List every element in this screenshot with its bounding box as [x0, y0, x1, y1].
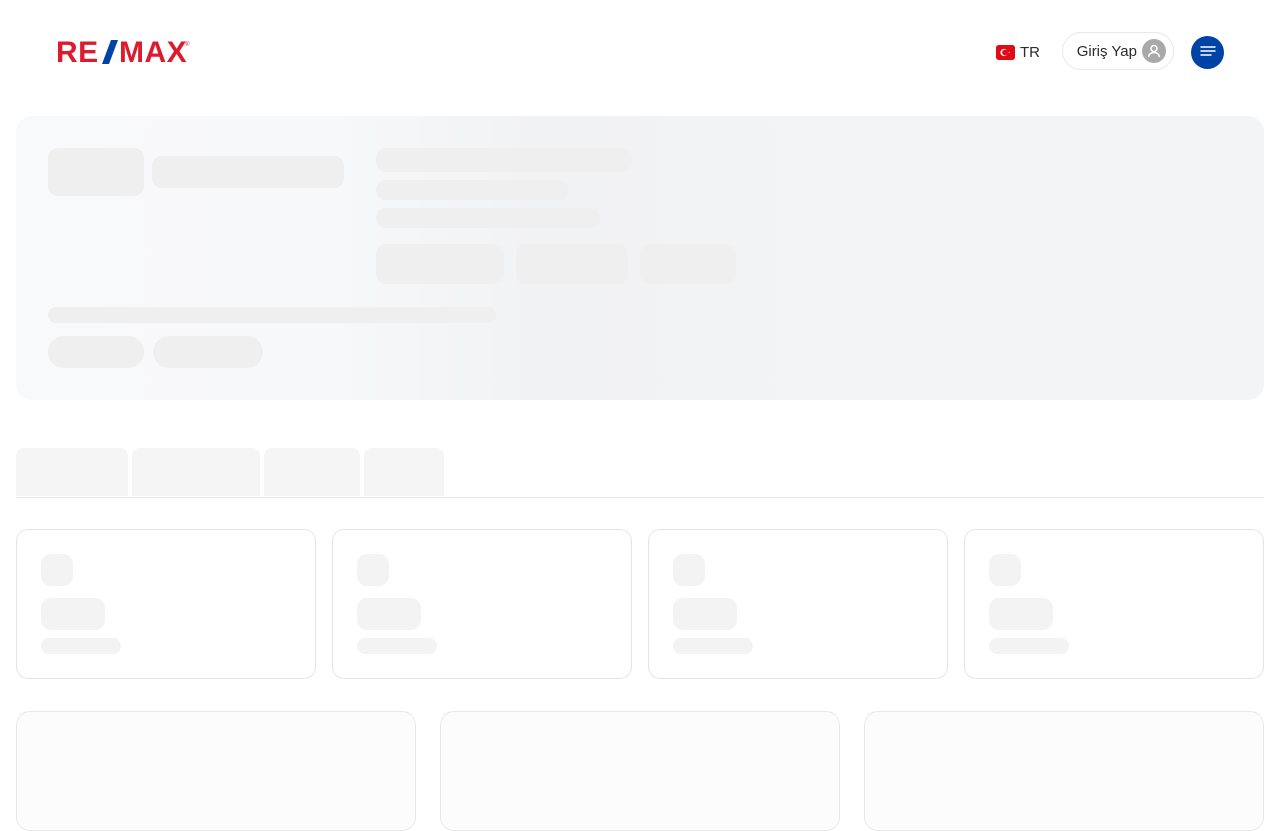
site-header: RE MAX ® TR Giriş Yap [0, 0, 1280, 104]
tab-bar-skeleton [16, 448, 1264, 498]
skeleton-chip [516, 244, 628, 284]
skeleton-label [673, 638, 753, 654]
skeleton-chip [376, 244, 504, 284]
stat-card-skeleton [16, 529, 316, 679]
content-panel-skeleton [864, 711, 1264, 831]
remax-logo[interactable]: RE MAX ® [56, 36, 192, 69]
user-avatar-icon [1142, 39, 1166, 63]
skeleton-tab [132, 448, 260, 496]
skeleton-tab [364, 448, 444, 496]
skeleton-line [376, 180, 568, 200]
skeleton-line [48, 307, 496, 323]
skeleton-label [41, 638, 121, 654]
hamburger-menu-button[interactable] [1191, 36, 1224, 69]
skeleton-line [376, 148, 632, 172]
skeleton-icon [989, 554, 1021, 586]
skeleton-avatar [48, 148, 144, 196]
skeleton-icon [357, 554, 389, 586]
turkey-flag-icon [996, 44, 1015, 60]
svg-text:RE: RE [56, 38, 99, 66]
hamburger-menu-icon [1199, 44, 1216, 62]
skeleton-line [376, 208, 600, 228]
profile-hero-skeleton [16, 116, 1264, 400]
skeleton-tab [16, 448, 128, 496]
language-code: TR [1020, 43, 1040, 61]
skeleton-icon [41, 554, 73, 586]
skeleton-pill [153, 336, 263, 368]
stat-card-skeleton [964, 529, 1264, 679]
login-button[interactable]: Giriş Yap [1062, 32, 1174, 70]
skeleton-chip [640, 244, 736, 284]
skeleton-value [673, 598, 737, 630]
language-selector[interactable]: TR [996, 41, 1040, 63]
skeleton-value [989, 598, 1053, 630]
content-panel-skeleton [16, 711, 416, 831]
skeleton-value [357, 598, 421, 630]
stat-card-skeleton [332, 529, 632, 679]
svg-text:MAX: MAX [119, 38, 187, 66]
skeleton-label [357, 638, 437, 654]
content-panel-skeleton [440, 711, 840, 831]
skeleton-icon [673, 554, 705, 586]
skeleton-label [989, 638, 1069, 654]
svg-text:®: ® [185, 41, 190, 48]
skeleton-pill [48, 336, 144, 368]
login-label: Giriş Yap [1076, 42, 1137, 60]
stat-card-skeleton [648, 529, 948, 679]
skeleton-value [41, 598, 105, 630]
skeleton-tab [264, 448, 360, 496]
skeleton-name [152, 156, 344, 188]
